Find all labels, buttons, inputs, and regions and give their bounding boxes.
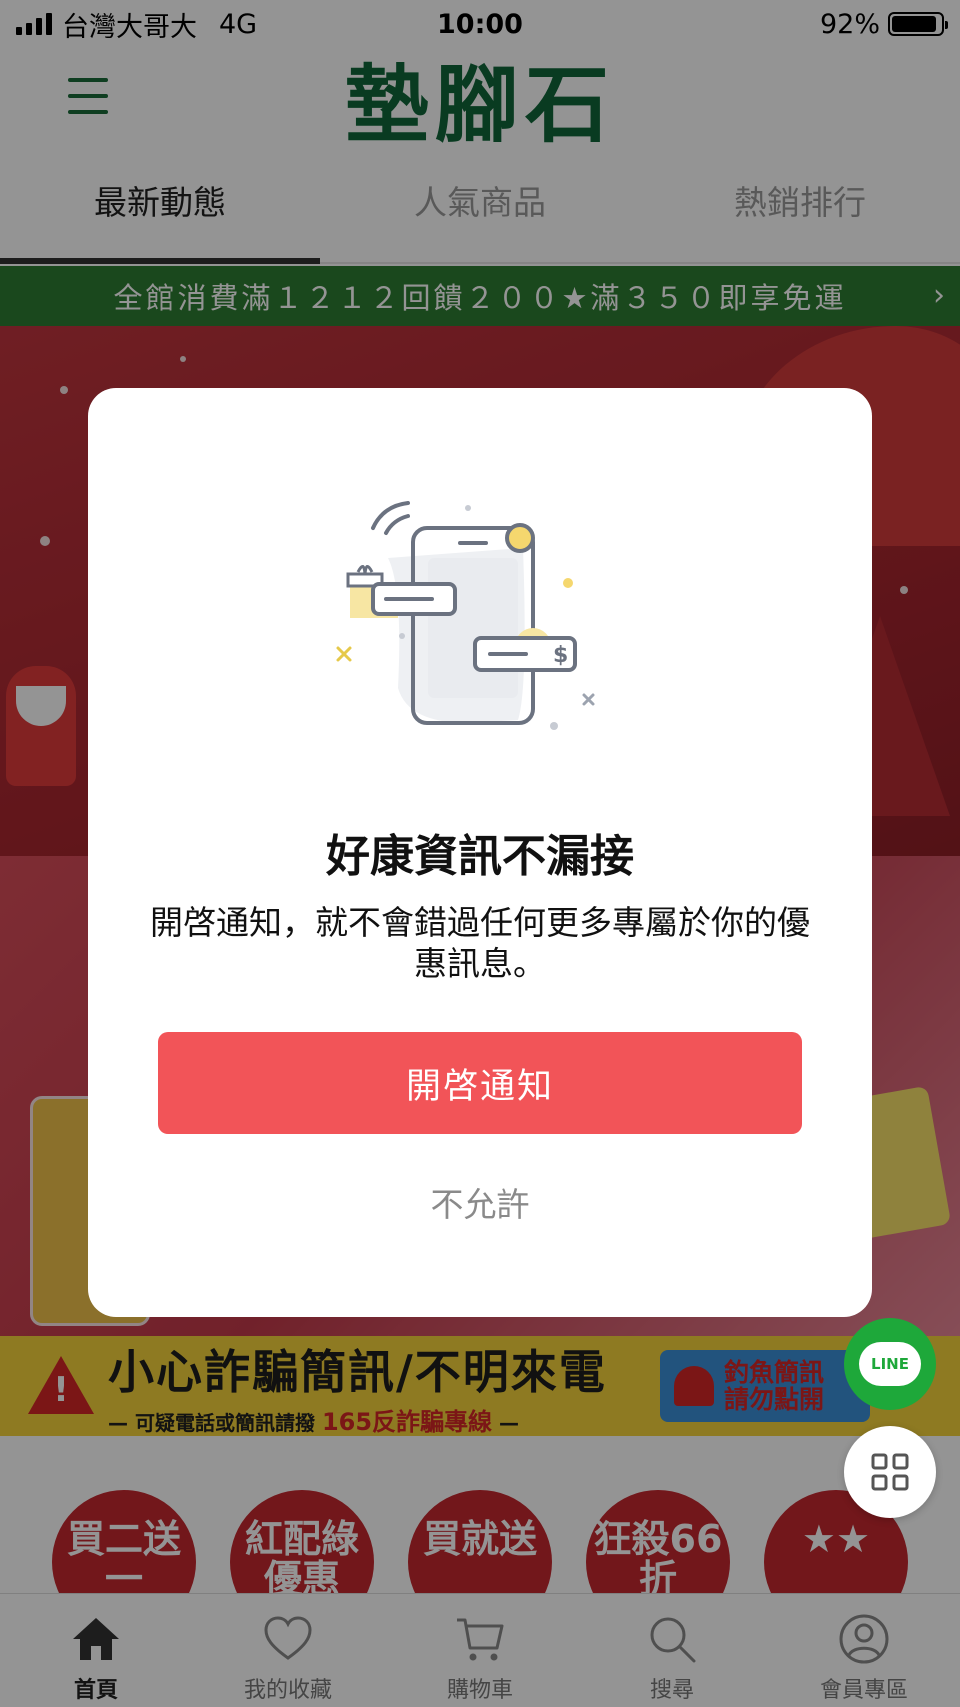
grid-menu-button[interactable] (844, 1426, 936, 1518)
dialog-title: 好康資訊不漏接 (326, 831, 634, 882)
enable-notifications-button[interactable]: 開啓通知 (158, 1032, 802, 1134)
line-chat-button[interactable]: LINE (844, 1318, 936, 1410)
svg-text:$: $ (553, 643, 568, 668)
phone-notification-illustration: $ (336, 501, 595, 730)
deny-button[interactable]: 不允許 (88, 1178, 872, 1226)
notification-permission-dialog: $ 好康資訊不漏接 開啓通知，就不會錯過任何更多專屬於你的優惠訊息。 開啓通知 … (88, 388, 872, 1317)
grid-icon (871, 1453, 909, 1491)
line-icon: LINE (859, 1342, 921, 1386)
dialog-message: 開啓通知，就不會錯過任何更多專屬於你的優惠訊息。 (150, 903, 810, 984)
